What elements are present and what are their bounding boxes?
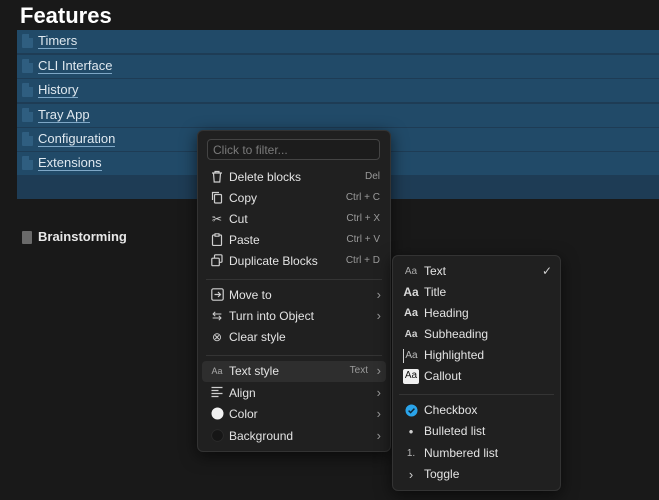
style-option-title[interactable]: Aa Title <box>397 282 556 303</box>
copy-icon <box>210 191 224 205</box>
menu-item-align[interactable]: Align › <box>202 383 386 404</box>
block-row-timers[interactable]: Timers <box>17 30 659 53</box>
style-option-bulleted-list[interactable]: • Bulleted list <box>397 421 556 442</box>
chevron-right-icon: › <box>376 406 381 421</box>
menu-item-clear-style[interactable]: ⊗ Clear style <box>202 327 386 348</box>
menu-divider <box>206 279 382 280</box>
shortcut: Ctrl + C <box>345 192 380 203</box>
align-icon <box>210 386 224 400</box>
checkbox-icon <box>403 404 419 418</box>
block-link[interactable]: Extensions <box>38 156 102 171</box>
page-icon <box>22 83 33 97</box>
block-link[interactable]: Configuration <box>38 132 116 147</box>
number-icon: 1. <box>406 448 416 459</box>
style-option-heading[interactable]: Aa Heading <box>397 303 556 324</box>
menu-item-delete-blocks[interactable]: Delete blocks Del <box>202 167 386 188</box>
scissors-icon: ✂ <box>211 212 223 226</box>
background-dot-icon <box>210 429 224 443</box>
menu-item-color[interactable]: Color › <box>202 404 386 425</box>
bullet-icon: • <box>408 424 414 439</box>
page-icon <box>22 34 33 48</box>
chevron-right-icon: › <box>376 287 381 302</box>
highlighted-style-icon: Aa <box>403 349 419 363</box>
menu-item-text-style[interactable]: Aa Text style Text › <box>202 361 386 382</box>
text-style-icon: Aa <box>404 266 418 277</box>
title-style-icon: Aa <box>403 285 419 299</box>
style-option-numbered-list[interactable]: 1. Numbered list <box>397 443 556 464</box>
block-row-tray-app[interactable]: Tray App <box>17 104 659 127</box>
text-style-icon: Aa <box>211 366 223 376</box>
menu-item-duplicate-blocks[interactable]: Duplicate Blocks Ctrl + D <box>202 251 386 272</box>
menu-item-cut[interactable]: ✂ Cut Ctrl + X <box>202 209 386 230</box>
color-dot-icon <box>210 407 224 421</box>
shortcut: Ctrl + V <box>346 234 380 245</box>
callout-style-icon: Aa <box>403 369 419 384</box>
filter-input[interactable] <box>208 140 379 159</box>
block-row-history[interactable]: History <box>17 79 659 102</box>
menu-item-background[interactable]: Background › <box>202 426 386 447</box>
style-option-checkbox[interactable]: Checkbox <box>397 400 556 421</box>
style-option-toggle[interactable]: › Toggle <box>397 464 556 485</box>
menu-item-copy[interactable]: Copy Ctrl + C <box>202 188 386 209</box>
page-icon <box>22 108 33 122</box>
style-option-callout[interactable]: Aa Callout <box>397 366 556 387</box>
page-icon <box>22 231 32 244</box>
block-link[interactable]: CLI Interface <box>38 59 113 74</box>
duplicate-icon <box>210 254 224 268</box>
page-icon <box>22 132 33 146</box>
subheading-style-icon: Aa <box>404 329 418 340</box>
shortcut: Del <box>364 171 380 182</box>
page-icon <box>22 59 33 73</box>
shortcut: Ctrl + D <box>345 255 380 266</box>
page-icon <box>22 156 33 170</box>
menu-divider <box>206 355 382 356</box>
swap-icon: ⇆ <box>211 309 223 323</box>
text-style-submenu: Aa Text ✓ Aa Title Aa Heading Aa Subhead… <box>392 255 561 491</box>
style-option-subheading[interactable]: Aa Subheading <box>397 324 556 345</box>
chevron-right-icon: › <box>376 428 381 443</box>
block-link[interactable]: Tray App <box>38 108 90 123</box>
menu-item-paste[interactable]: Paste Ctrl + V <box>202 230 386 251</box>
block-row-cli-interface[interactable]: CLI Interface <box>17 55 659 78</box>
heading-style-icon: Aa <box>403 307 419 319</box>
menu-item-move-to[interactable]: Move to › <box>202 285 386 306</box>
filter-field[interactable] <box>207 139 380 160</box>
chevron-right-icon: › <box>376 385 381 400</box>
block-label[interactable]: Brainstorming <box>38 229 127 244</box>
chevron-right-icon: › <box>376 363 381 378</box>
trash-icon <box>210 170 224 184</box>
page-title: Features <box>20 3 112 28</box>
block-link[interactable]: Timers <box>38 34 78 49</box>
chevron-right-icon: › <box>376 308 381 323</box>
block-link[interactable]: History <box>38 83 79 98</box>
clipboard-icon <box>210 233 224 247</box>
style-option-highlighted[interactable]: Aa Highlighted <box>397 345 556 366</box>
style-option-text[interactable]: Aa Text ✓ <box>397 261 556 282</box>
context-menu: Delete blocks Del Copy Ctrl + C ✂ Cut Ct… <box>197 130 391 452</box>
clear-icon: ⊗ <box>211 330 223 344</box>
menu-item-turn-into-object[interactable]: ⇆ Turn into Object › <box>202 306 386 327</box>
check-icon: ✓ <box>541 264 552 278</box>
toggle-chevron-icon: › <box>408 467 414 482</box>
menu-divider <box>399 394 554 395</box>
shortcut: Ctrl + X <box>346 213 380 224</box>
move-icon <box>210 288 224 302</box>
current-style-value: Text <box>349 365 368 376</box>
